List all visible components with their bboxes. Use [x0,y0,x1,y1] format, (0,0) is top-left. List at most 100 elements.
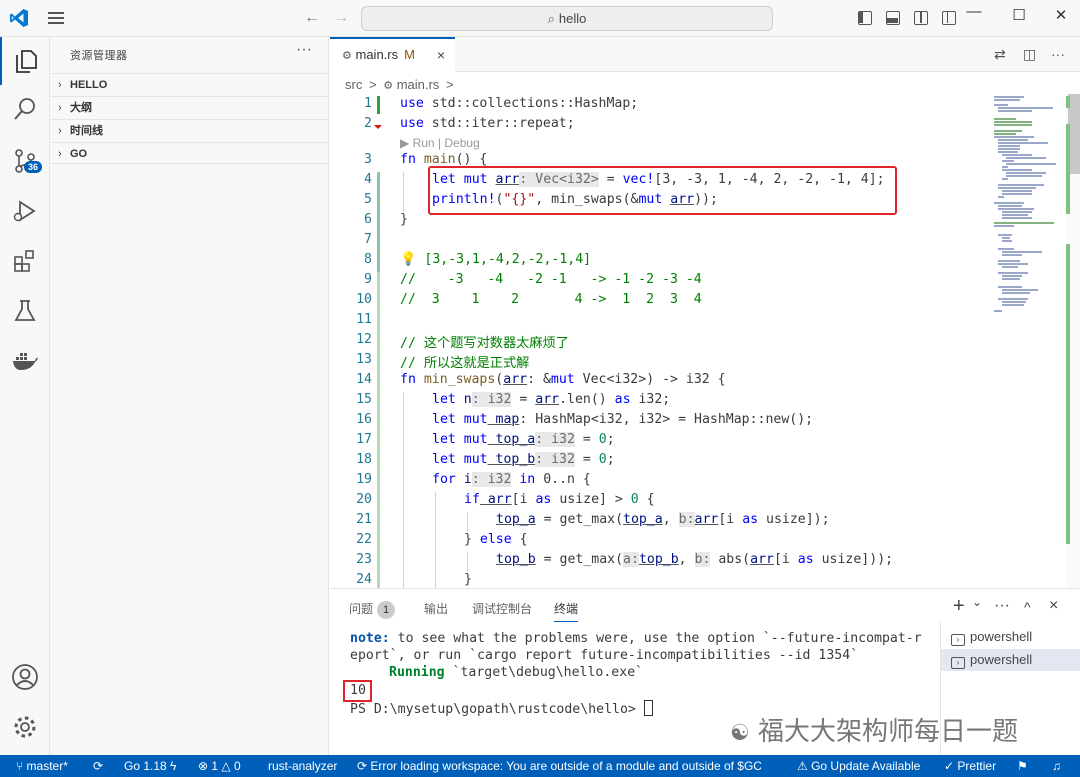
terminal-output[interactable]: note: to see what the problems were, use… [350,630,940,718]
code-line-17: let mut top_a: i32 = 0; [432,432,615,447]
sync-icon[interactable]: ⟳ [93,755,103,777]
code-line-15: let n: i32 = arr.len() as i32; [432,392,671,407]
run-debug-codelens[interactable]: ▶ Run | Debug [400,136,480,150]
code-line-13: // 所以这就是正式解 [400,356,530,371]
param-hint: b: [694,552,711,567]
rust-file-icon: ⚙ [383,80,394,92]
status-bar: ⑂ master* ⟳ Go 1.18 ϟ ⊗ 1 △ 0 rust-analy… [0,755,1080,777]
source-control-icon[interactable]: 36 [0,137,50,185]
scm-badge: 36 [24,161,43,173]
back-icon[interactable]: ← [304,9,320,27]
chevron-down-icon[interactable]: ⌄ [972,595,982,609]
section-outline[interactable]: › 大纲 [50,96,329,118]
lightbulb-icon[interactable]: 💡 [400,252,416,267]
breadcrumb: src > ⚙ main.rs > [345,77,454,92]
chevron-right-icon: › [58,125,62,137]
command-center-search[interactable]: ⌕ hello [361,6,773,31]
tab-problems[interactable]: 问题 1 [349,600,396,619]
section-hello[interactable]: › HELLO [50,73,329,95]
terminal-result: 10 [350,683,366,698]
close-window-icon[interactable]: ✕ [1051,6,1071,24]
section-go[interactable]: › GO [50,142,329,164]
editor-more-icon[interactable]: ··· [1051,46,1065,62]
forward-icon[interactable]: → [333,9,349,27]
code-line-20: if arr[i as usize] > 0 { [464,492,655,507]
docker-icon[interactable] [0,337,50,385]
type-hint: : i32 [471,392,512,407]
search-text: hello [558,11,587,26]
workspace-error[interactable]: ⟳ Error loading workspace: You are outsi… [357,755,777,777]
code-line-21: top_a = get_max(top_a, b:arr[i as usize]… [496,512,830,527]
toggle-panel-icon[interactable] [886,11,900,25]
code-line-19: for i: i32 in 0..n { [432,472,591,487]
breadcrumb-folder[interactable]: src [345,77,362,92]
notifications-bell-icon[interactable]: ♫ [1052,755,1061,777]
editor-tabs: ⚙ main.rs M × ⇄ ◫ ··· [330,37,1080,72]
rust-analyzer-status[interactable]: rust-analyzer [268,755,337,777]
code-line-8: 💡 [3,-3,1,-4,2,-2,-1,4] [400,252,592,267]
run-debug-icon[interactable] [0,187,50,235]
code-editor[interactable]: 1 2 3 4 5 6 7 8 9 10 11 12 13 14 15 16 1… [330,94,1080,588]
git-branch-icon: ⑂ [16,759,24,773]
problems-status[interactable]: ⊗ 1 △ 0 [198,755,241,777]
testing-icon[interactable] [0,287,50,335]
maximize-icon[interactable]: ☐ [1009,6,1029,24]
panel-more-icon[interactable]: ··· [994,597,1010,615]
code-line-23: top_b = get_max(a:top_b, b: abs(arr[i as… [496,552,894,567]
code-line-12: // 这个题写对数器太麻烦了 [400,336,569,351]
maximize-panel-icon[interactable]: ^ [1024,599,1031,615]
go-update-status[interactable]: ⚠ Go Update Available [797,755,920,777]
branch-indicator[interactable]: ⑂ master* [16,755,68,777]
highlight-box [428,166,897,215]
go-version[interactable]: Go 1.18 ϟ [124,755,176,777]
rust-file-icon: ⚙ [342,50,352,62]
toggle-secondary-sidebar-icon[interactable] [914,11,928,25]
param-hint: a: [623,552,639,567]
chevron-right-icon: › [58,148,62,160]
activity-bar: 36 [0,37,50,755]
menu-icon[interactable] [46,9,66,27]
vscode-window: ← → ⌕ hello — ☐ ✕ 36 资源管理器 ··· › HELLO ›… [0,0,1080,777]
editor-scrollbar[interactable] [1066,94,1080,588]
open-changes-icon[interactable]: ⇄ [994,46,1006,63]
extensions-icon[interactable] [0,237,50,285]
wechat-icon: ☯ [730,721,750,746]
code-line-22: } else { [464,532,528,547]
customize-layout-icon[interactable] [942,11,956,25]
tab-debug-console[interactable]: 调试控制台 [472,600,532,617]
terminal-line: Running `target\debug\hello.exe` [389,665,644,680]
explorer-icon[interactable] [0,37,50,85]
tab-output[interactable]: 输出 [424,600,448,617]
toggle-sidebar-icon[interactable] [858,11,872,25]
new-terminal-icon[interactable]: + [953,595,965,618]
terminal-icon: › [951,634,965,646]
code-line-16: let mut map: HashMap<i32, i32> = HashMap… [432,412,814,427]
close-tab-icon[interactable]: × [437,39,445,71]
terminal-item[interactable]: › powershell [941,626,1080,648]
code-line-2: use std::iter::repeat; [400,116,575,131]
section-timeline[interactable]: › 时间线 [50,119,329,141]
tab-terminal[interactable]: 终端 [554,600,579,622]
search-icon: ⌕ [547,11,555,26]
sidebar-more-icon[interactable]: ··· [296,41,312,59]
minimap[interactable] [992,94,1066,324]
chevron-right-icon: › [58,102,62,114]
code-line-18: let mut top_b: i32 = 0; [432,452,615,467]
close-panel-icon[interactable]: × [1049,597,1058,615]
settings-gear-icon[interactable] [0,703,50,751]
feedback-icon[interactable]: ⚑ [1017,755,1028,777]
search-view-icon[interactable] [0,85,50,133]
accounts-icon[interactable] [0,653,50,701]
gutter-deleted-mark [374,125,382,129]
split-editor-icon[interactable]: ◫ [1023,46,1036,63]
code-line-10: // 3 1 2 4 -> 1 2 3 4 [400,292,702,307]
code-line-24: } [464,572,472,587]
code-line-1: use std::collections::HashMap; [400,96,639,111]
gutter-modified-mark [377,172,380,272]
terminal-item[interactable]: › powershell [941,649,1080,671]
title-bar: ← → ⌕ hello — ☐ ✕ [0,0,1080,37]
minimize-icon[interactable]: — [964,3,984,20]
breadcrumb-file[interactable]: main.rs [397,77,440,92]
tab-main-rs[interactable]: ⚙ main.rs M × [330,37,455,72]
prettier-status[interactable]: ✓ Prettier [944,755,996,777]
